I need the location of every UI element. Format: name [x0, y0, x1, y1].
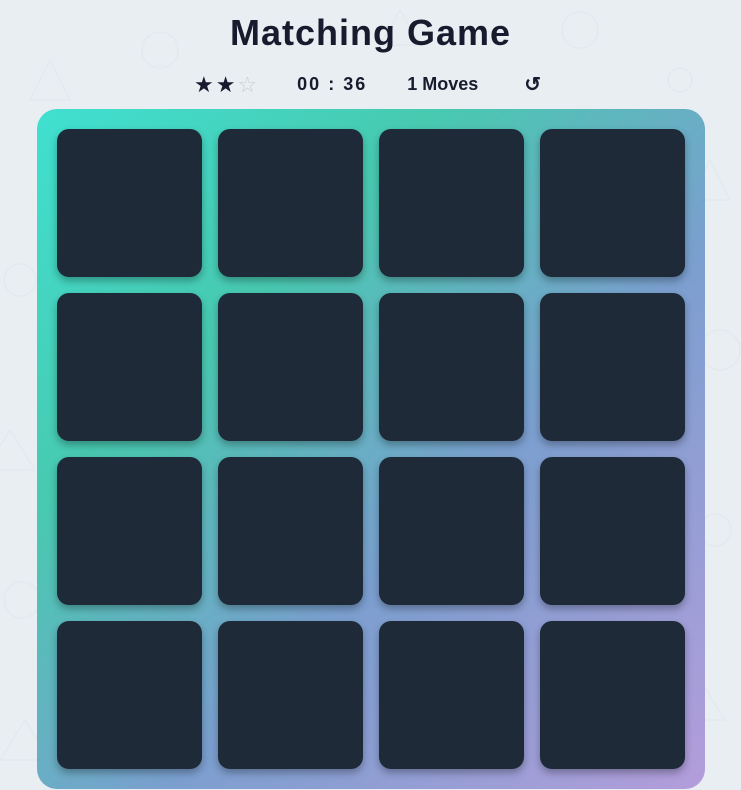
- card-9[interactable]: [57, 457, 202, 605]
- card-16[interactable]: [540, 621, 685, 769]
- card-grid: [57, 129, 685, 769]
- timer-display: 00 : 36: [297, 74, 367, 95]
- card-13[interactable]: [57, 621, 202, 769]
- card-12[interactable]: [540, 457, 685, 605]
- card-7[interactable]: [379, 293, 524, 441]
- card-2[interactable]: [218, 129, 363, 277]
- card-6[interactable]: [218, 293, 363, 441]
- game-title: Matching Game: [0, 12, 741, 54]
- card-4[interactable]: [540, 129, 685, 277]
- card-8[interactable]: [540, 293, 685, 441]
- star-1: ★: [194, 72, 214, 98]
- card-14[interactable]: [218, 621, 363, 769]
- card-5[interactable]: [57, 293, 202, 441]
- stats-bar: ★ ★ ☆ 00 : 36 1 Moves ↺: [0, 62, 741, 109]
- star-3: ☆: [237, 72, 257, 98]
- game-board: [37, 109, 705, 789]
- card-15[interactable]: [379, 621, 524, 769]
- star-2: ★: [216, 72, 236, 98]
- card-11[interactable]: [379, 457, 524, 605]
- card-1[interactable]: [57, 129, 202, 277]
- card-10[interactable]: [218, 457, 363, 605]
- moves-display: 1 Moves: [407, 74, 478, 95]
- reset-button[interactable]: ↺: [518, 70, 547, 99]
- card-3[interactable]: [379, 129, 524, 277]
- stars-container: ★ ★ ☆: [194, 72, 257, 98]
